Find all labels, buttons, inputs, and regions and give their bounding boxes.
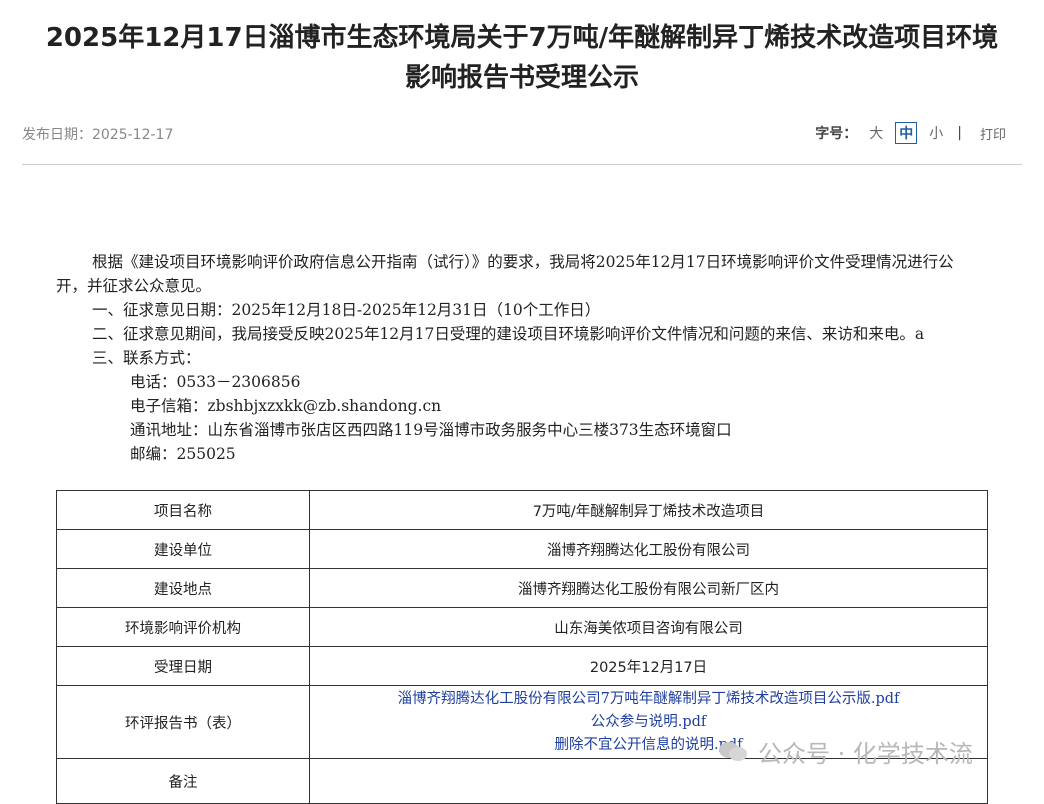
wechat-icon: [719, 741, 747, 761]
public-participation-pdf-link[interactable]: 公众参与说明.pdf: [310, 711, 987, 734]
contact-phone: 电话：0533－2306856: [130, 373, 301, 391]
contact-postcode: 邮编：255025: [130, 445, 236, 463]
row-key: 建设地点: [56, 568, 310, 608]
article-body: 根据《建设项目环境影响评价政府信息公开指南（试行）》的要求，我局将2025年12…: [56, 250, 976, 466]
report-pdf-link[interactable]: 淄博齐翔腾达化工股份有限公司7万吨年醚解制异丁烯技术改造项目公示版.pdf: [310, 688, 987, 711]
row-key: 环境影响评价机构: [56, 607, 310, 647]
table-row: 建设地点 淄博齐翔腾达化工股份有限公司新厂区内: [56, 568, 988, 608]
print-button[interactable]: 打印: [980, 124, 1006, 143]
table-row: 项目名称 7万吨/年醚解制异丁烯技术改造项目: [56, 490, 988, 530]
header-divider: [22, 164, 1022, 165]
table-row: 建设单位 淄博齐翔腾达化工股份有限公司: [56, 529, 988, 569]
title-line-1: 2025年12月17日淄博市生态环境局关于7万吨/年醚解制异丁烯技术改造项目环境: [45, 23, 999, 53]
row-value: 山东海美侬项目咨询有限公司: [309, 607, 988, 647]
row-value: 淄博齐翔腾达化工股份有限公司新厂区内: [309, 568, 988, 608]
paragraph-contact-heading: 三、联系方式：: [92, 349, 201, 367]
divider: |: [957, 125, 962, 141]
font-medium-button[interactable]: 中: [895, 122, 918, 144]
watermark: 公众号 · 化学技术流: [718, 734, 973, 769]
row-value: 7万吨/年醚解制异丁烯技术改造项目: [309, 490, 988, 530]
table-row: 环境影响评价机构 山东海美侬项目咨询有限公司: [56, 607, 988, 647]
font-large-button[interactable]: 大: [869, 123, 883, 143]
paragraph-period: 一、征求意见日期：2025年12月18日-2025年12月31日（10个工作日）: [92, 301, 601, 319]
paragraph-intro: 根据《建设项目环境影响评价政府信息公开指南（试行）》的要求，我局将2025年12…: [56, 253, 954, 295]
row-key: 项目名称: [56, 490, 310, 530]
row-value: 2025年12月17日: [309, 646, 988, 686]
font-small-button[interactable]: 小: [929, 123, 943, 143]
watermark-text: 公众号 · 化学技术流: [758, 740, 973, 768]
publish-date: 发布日期：2025-12-17: [22, 127, 174, 143]
font-size-controls: 字号： 大 中 小 | 打印: [815, 122, 1006, 144]
contact-address: 通讯地址：山东省淄博市张店区西四路119号淄博市政务服务中心三楼373生态环境窗…: [130, 421, 732, 439]
contact-email: 电子信箱：zbshbjxzxkk@zb.shandong.cn: [130, 397, 442, 415]
font-size-label: 字号：: [815, 126, 858, 142]
table-row: 受理日期 2025年12月17日: [56, 646, 988, 686]
row-value: 淄博齐翔腾达化工股份有限公司: [309, 529, 988, 569]
paragraph-feedback: 二、征求意见期间，我局接受反映2025年12月17日受理的建设项目环境影响评价文…: [92, 325, 925, 343]
row-key: 备注: [56, 758, 310, 804]
title-line-2: 影响报告书受理公示: [404, 63, 639, 93]
row-key: 受理日期: [56, 646, 310, 686]
page-title: 2025年12月17日淄博市生态环境局关于7万吨/年醚解制异丁烯技术改造项目环境…: [0, 18, 1044, 98]
row-key: 建设单位: [56, 529, 310, 569]
row-key: 环评报告书（表）: [56, 685, 310, 759]
